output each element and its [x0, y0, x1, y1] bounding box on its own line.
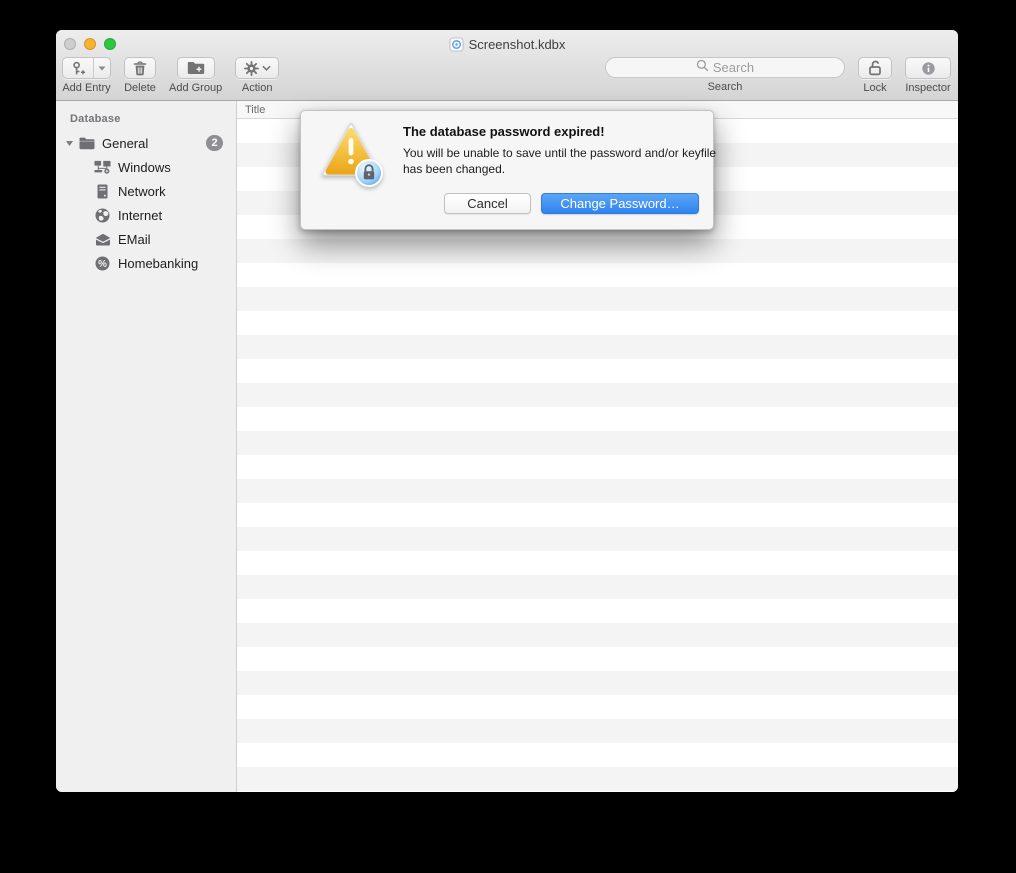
- entry-list-row: [237, 455, 958, 479]
- entry-list-row: [237, 695, 958, 719]
- entry-list-row: [237, 623, 958, 647]
- entry-list-row: [237, 383, 958, 407]
- search-icon: [696, 59, 709, 77]
- toolbar-item-search: Search Search: [605, 57, 845, 93]
- envelope-icon: [94, 231, 111, 247]
- toolbar-item-inspector: Inspector: [905, 57, 951, 94]
- add-entry-label: Add Entry: [62, 82, 111, 94]
- toolbar-item-action: Action: [235, 57, 280, 94]
- entry-list-row: [237, 239, 958, 263]
- entry-list-row: [237, 791, 958, 792]
- entry-list-row: [237, 431, 958, 455]
- search-input[interactable]: Search: [605, 57, 845, 78]
- delete-button[interactable]: [124, 57, 156, 79]
- add-group-label: Add Group: [169, 82, 223, 94]
- entry-list-row: [237, 671, 958, 695]
- sidebar-section-header: Database: [70, 113, 121, 125]
- add-group-button[interactable]: [176, 57, 215, 79]
- svg-text:%: %: [98, 258, 107, 269]
- change-password-button[interactable]: Change Password…: [541, 193, 699, 214]
- entry-list-row: [237, 311, 958, 335]
- sidebar-item-homebanking[interactable]: % Homebanking: [56, 251, 236, 275]
- toolbar-item-add-entry: Add Entry: [62, 57, 111, 94]
- window-title: Screenshot.kdbx: [468, 37, 566, 52]
- sidebar-item-label: Network: [118, 183, 166, 199]
- folder-plus-icon: [187, 61, 205, 75]
- percent-icon: %: [94, 255, 111, 271]
- sidebar-item-label: Internet: [118, 207, 163, 223]
- toolbar-item-delete: Delete: [124, 57, 156, 94]
- window-title-bar: Screenshot.kdbx: [56, 36, 958, 53]
- folder-icon: [78, 135, 95, 151]
- sidebar: Database General 2 Windows Network Interne…: [56, 101, 237, 792]
- delete-label: Delete: [124, 82, 156, 94]
- entry-list-row: [237, 527, 958, 551]
- sidebar-item-general[interactable]: General 2: [56, 131, 236, 155]
- entry-list-row: [237, 767, 958, 791]
- document-lock-icon: [449, 37, 464, 52]
- entry-list-row: [237, 359, 958, 383]
- dialog-message: You will be unable to save until the pas…: [403, 146, 717, 177]
- key-plus-icon[interactable]: [63, 58, 95, 78]
- entry-list-row: [237, 503, 958, 527]
- entry-list-row: [237, 287, 958, 311]
- entry-list-row: [237, 551, 958, 575]
- trash-icon: [133, 60, 147, 76]
- sidebar-item-email[interactable]: EMail: [56, 227, 236, 251]
- app-window: Screenshot.kdbx Add Entry Delete Add Gro…: [56, 30, 958, 792]
- add-entry-button[interactable]: [62, 57, 111, 79]
- entry-list-row: [237, 743, 958, 767]
- padlock-open-icon: [867, 60, 883, 76]
- entry-list-row: [237, 479, 958, 503]
- column-header-label: Title: [245, 103, 266, 116]
- entry-list-row: [237, 575, 958, 599]
- password-expired-dialog: The database password expired! You will …: [300, 110, 716, 230]
- gear-icon: [243, 60, 259, 76]
- toolbar: Screenshot.kdbx Add Entry Delete Add Gro…: [56, 30, 958, 101]
- lock-label: Lock: [863, 82, 887, 94]
- inspector-button[interactable]: [905, 57, 951, 79]
- cancel-button[interactable]: Cancel: [444, 193, 531, 214]
- sidebar-item-label: EMail: [118, 231, 151, 247]
- dialog-title: The database password expired!: [403, 124, 605, 139]
- sidebar-group-list: Windows Network Internet EMail% Homebanking: [56, 155, 236, 275]
- entry-list-row: [237, 647, 958, 671]
- action-label: Action: [241, 82, 273, 94]
- lock-button[interactable]: [858, 57, 892, 79]
- info-circle-icon: [921, 61, 936, 76]
- sidebar-item-label: Windows: [118, 159, 171, 175]
- disclosure-triangle-icon[interactable]: [62, 140, 76, 147]
- sidebar-item-label: Homebanking: [118, 255, 199, 271]
- search-label: Search: [707, 81, 743, 93]
- entry-list-row: [237, 599, 958, 623]
- toolbar-item-add-group: Add Group: [169, 57, 222, 94]
- sidebar-item-internet[interactable]: Internet: [56, 203, 236, 227]
- chevron-down-icon: [262, 65, 271, 71]
- sidebar-item-label: General: [102, 135, 149, 151]
- sidebar-item-network[interactable]: Network: [56, 179, 236, 203]
- entry-list-row: [237, 407, 958, 431]
- entry-list-row: [237, 719, 958, 743]
- workgroup-icon: [94, 159, 111, 175]
- sidebar-item-windows[interactable]: Windows: [56, 155, 236, 179]
- action-button[interactable]: [235, 57, 280, 79]
- server-icon: [94, 183, 111, 199]
- entry-list-row: [237, 335, 958, 359]
- globe-icon: [94, 207, 111, 223]
- entry-list-row: [237, 263, 958, 287]
- add-entry-dropdown-icon[interactable]: [94, 58, 110, 78]
- inspector-label: Inspector: [905, 82, 951, 94]
- caution-lock-icon: [319, 119, 397, 191]
- toolbar-item-lock: Lock: [858, 57, 892, 94]
- search-placeholder: Search: [712, 60, 755, 75]
- entry-count-badge: 2: [206, 135, 223, 151]
